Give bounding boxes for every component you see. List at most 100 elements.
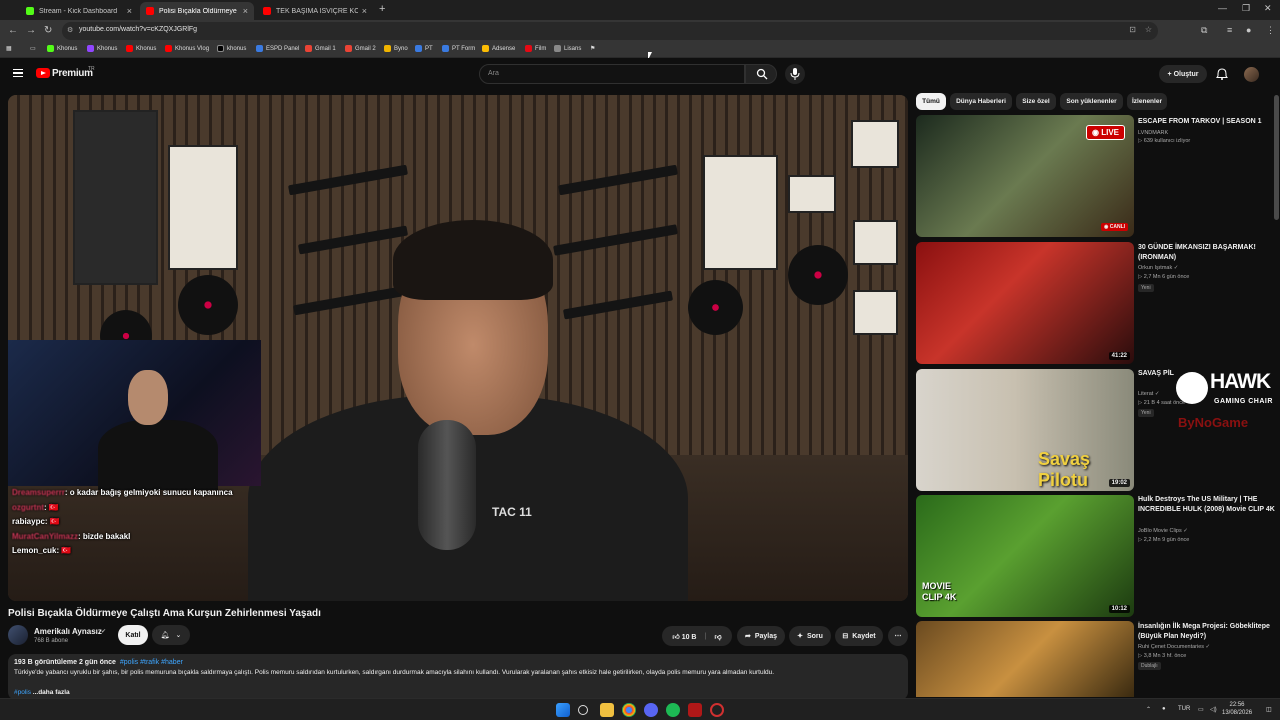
bookmark-item[interactable]: Lisans <box>554 45 581 52</box>
notification-center-icon[interactable]: ◫ <box>1266 706 1272 713</box>
profile-icon[interactable]: ● <box>1246 25 1251 35</box>
omnibox[interactable]: ⚙ youtube.com/watch?v=cKZQXJGRlFg ⊡ ☆ <box>62 22 1158 40</box>
channel-name[interactable]: Amerikalı Aynasız <box>34 627 102 636</box>
related-channel[interactable]: JoBlo Movie Clips ✓ <box>1138 527 1188 535</box>
description-box[interactable]: 193 B görüntüleme 2 gün önce #polis #tra… <box>8 654 908 700</box>
start-icon[interactable] <box>556 703 570 717</box>
search-input[interactable]: Ara <box>479 64 745 84</box>
related-channel[interactable]: Ruhi Çenet Documentaries ✓ <box>1138 643 1210 651</box>
chip-recent[interactable]: Son yüklenenler <box>1060 93 1123 110</box>
video-player[interactable]: TAC 11 Dreamsuperrr: o kadar bağış gelmi… <box>8 95 908 601</box>
bookmark-item[interactable]: ESPD Panel <box>256 45 299 52</box>
bookmark-item[interactable]: PT Form <box>442 45 475 52</box>
reload-icon[interactable]: ↻ <box>44 25 52 36</box>
chrome-icon[interactable] <box>622 703 636 717</box>
page-scrollbar[interactable] <box>1274 95 1279 220</box>
related-title[interactable]: İnsanlığın İlk Mega Projesi: Göbeklitepe… <box>1138 622 1278 641</box>
logo-text[interactable]: Premium <box>52 68 93 79</box>
bookmark-item[interactable]: Khonus Vlog <box>165 45 209 52</box>
search-button[interactable] <box>745 64 777 84</box>
bookmark-item[interactable]: Byno <box>384 45 408 52</box>
menu-kebab-icon[interactable]: ⋮ <box>1266 25 1275 36</box>
tab-current-video[interactable]: Polisi Bıçakla Öldürmeye Çalıştı × <box>140 2 254 20</box>
site-info-icon[interactable]: ⚙ <box>67 26 73 34</box>
chip-all[interactable]: Tümü <box>916 93 946 110</box>
share-button[interactable]: ➦ Paylaş <box>737 626 785 646</box>
file-explorer-icon[interactable] <box>600 703 614 717</box>
maximize-icon[interactable]: ❐ <box>1242 3 1250 14</box>
bookmark-item[interactable]: Adsense <box>482 45 515 52</box>
close-tab-icon[interactable]: × <box>362 6 367 16</box>
more-actions-button[interactable]: ⋯ <box>888 626 908 646</box>
related-channel[interactable]: Literat ✓ <box>1138 390 1159 398</box>
ask-button[interactable]: ✦ Soru <box>789 626 831 646</box>
discord-icon[interactable] <box>644 703 658 717</box>
show-more-label[interactable]: ...daha fazla <box>33 689 70 696</box>
chip-for-you[interactable]: Size özel <box>1016 93 1056 110</box>
url-text[interactable]: youtube.com/watch?v=cKZQXJGRlFg <box>79 26 197 33</box>
bookmark-item[interactable]: khonus <box>217 45 246 52</box>
tab-isvicre-video[interactable]: TEK BAŞIMA İSVİÇRE KÖYLERİN × <box>257 2 373 20</box>
menu-icon[interactable] <box>13 69 23 77</box>
volume-icon[interactable]: ◁) <box>1210 706 1217 713</box>
related-thumbnail[interactable]: MOVIE CLIP 4K 10:12 <box>916 495 1134 617</box>
close-window-icon[interactable]: ✕ <box>1264 3 1272 14</box>
media-icon[interactable]: ≡ <box>1227 25 1232 35</box>
tray-app-icon[interactable]: ● <box>1162 706 1166 712</box>
recorder-app-icon[interactable] <box>688 703 702 717</box>
bookmark-item[interactable]: Khonus <box>47 45 77 52</box>
notifications-bell-icon[interactable] <box>1216 68 1228 80</box>
apps-icon[interactable]: ▦ <box>6 45 12 52</box>
show-more[interactable]: #polis ...daha fazla <box>14 689 70 696</box>
related-title[interactable]: ESCAPE FROM TARKOV | SEASON 1 <box>1138 117 1278 127</box>
join-button[interactable]: Katıl <box>118 625 148 645</box>
bookmark-extra-icon[interactable]: ⚑ <box>590 45 595 52</box>
subscription-bell-button[interactable]: 🔔︎ ⌄ <box>152 625 190 645</box>
folder-icon[interactable]: ▭ <box>30 45 36 52</box>
save-button[interactable]: ⊟ Kaydet <box>835 626 883 646</box>
close-tab-icon[interactable]: × <box>243 6 248 16</box>
bookmark-item[interactable]: Khonus <box>87 45 117 52</box>
create-button[interactable]: + Oluştur <box>1159 65 1207 83</box>
tab-kick-dashboard[interactable]: Stream - Kick Dashboard × <box>20 2 138 20</box>
related-channel[interactable]: LVNDMARK <box>1138 129 1168 137</box>
extensions-icon[interactable]: ⧉ <box>1201 25 1207 36</box>
input-language[interactable]: TUR <box>1178 706 1190 712</box>
related-title[interactable]: 30 GÜNDE İMKANSIZI BAŞARMAK! (IRONMAN) <box>1138 243 1278 262</box>
forward-icon[interactable]: → <box>26 25 36 36</box>
account-avatar[interactable] <box>1244 67 1259 82</box>
channel-avatar[interactable] <box>8 625 28 645</box>
close-tab-icon[interactable]: × <box>127 6 132 16</box>
like-button[interactable]: 👍︎ 10 B <box>672 632 696 641</box>
back-icon[interactable]: ← <box>8 25 18 36</box>
related-title[interactable]: SAVAŞ PİLOTU: GERÇEK SAVAŞ UÇAĞI VİDEOLA… <box>1138 369 1174 379</box>
bookmark-star-icon[interactable]: ☆ <box>1145 25 1152 34</box>
minimize-icon[interactable]: — <box>1218 3 1227 13</box>
chip-world-news[interactable]: Dünya Haberleri <box>950 93 1012 110</box>
youtube-logo-icon[interactable] <box>36 68 50 78</box>
system-clock[interactable]: 22:56 13/08/2026 <box>1222 701 1252 717</box>
chip-watched[interactable]: İzlenenler <box>1127 93 1167 110</box>
bookmark-item[interactable]: Khonus <box>126 45 156 52</box>
related-thumbnail[interactable]: Savaş Pilotu 19:02 <box>916 369 1134 491</box>
license-icon <box>554 45 561 52</box>
tray-overflow-icon[interactable]: ⌃ <box>1146 706 1151 713</box>
bookmark-item[interactable]: Gmail 2 <box>345 45 376 52</box>
dislike-button[interactable]: 👎︎ <box>714 632 721 641</box>
bookmark-item[interactable]: PT <box>415 45 433 52</box>
voice-search-button[interactable] <box>785 64 805 84</box>
related-channel[interactable]: Orkun Işıtmak ✓ <box>1138 264 1178 272</box>
hashtag-prefix[interactable]: #polis <box>14 689 31 696</box>
obs-icon[interactable] <box>710 703 724 717</box>
bookmark-item[interactable]: Film <box>525 45 546 52</box>
hashtags[interactable]: #polis #trafik #haber <box>120 659 183 666</box>
related-title[interactable]: Hulk Destroys The US Military | THE INCR… <box>1138 495 1278 514</box>
bookmark-item[interactable]: Gmail 1 <box>305 45 336 52</box>
taskbar-search-icon[interactable] <box>578 705 588 715</box>
network-icon[interactable]: ▭ <box>1198 706 1204 713</box>
related-thumbnail[interactable] <box>916 621 1134 697</box>
spotify-icon[interactable] <box>666 703 680 717</box>
related-thumbnail[interactable]: 41:22 <box>916 242 1134 364</box>
new-tab-icon[interactable]: + <box>379 3 385 15</box>
install-app-icon[interactable]: ⊡ <box>1129 25 1136 34</box>
